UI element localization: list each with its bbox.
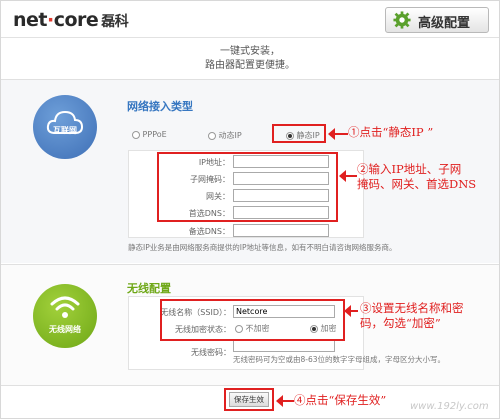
wifi-password-label: 无线密码： (191, 348, 231, 357)
wifi-password-note: 无线密码可为空或由8-63位的数字字母组成，字母区分大小写。 (233, 355, 446, 364)
tagline-line2: 路由器配置更便捷。 (205, 60, 295, 71)
wifi-icon (50, 296, 80, 318)
annotation-2-line1: ②输入IP地址、子网 (357, 162, 462, 176)
watermark: www.192ly.com (410, 401, 489, 412)
gear-icon (393, 11, 411, 29)
divider (1, 385, 499, 386)
secondary-dns-label: 备选DNS： (188, 227, 230, 236)
highlight-save (224, 388, 274, 411)
radio-dynamic-ip-label: 动态IP (218, 131, 242, 140)
wireless-title: 无线配置 (127, 282, 171, 295)
secondary-dns-input[interactable] (233, 224, 329, 237)
radio-pppoe[interactable]: PPPoE (132, 130, 167, 139)
annotation-3-line2: 码，勾选“加密” (360, 316, 441, 330)
advanced-config-label: 高级配置 (418, 16, 471, 31)
static-ip-note: 静态IP业务是由网络服务商提供的IP地址等信息，如有不明白请咨询网络服务商。 (128, 243, 397, 252)
annotation-2-line2: 掩码、网关、首选DNS (357, 177, 477, 191)
wireless-icon-circle: 无线网络 (33, 284, 97, 348)
annotation-3-line1: ③设置无线名称和密 (360, 301, 464, 315)
arrow-4 (276, 395, 294, 407)
annotation-4: ④点击“保存生效” (294, 393, 387, 407)
radio-pppoe-label: PPPoE (142, 130, 167, 139)
internet-icon-label: 互联网 (53, 126, 77, 135)
wan-type-title: 网络接入类型 (127, 100, 193, 113)
advanced-config-button[interactable]: 高级配置 (385, 7, 489, 33)
arrow-3 (344, 305, 358, 317)
arrow-2 (339, 170, 357, 182)
radio-pppoe-dot[interactable] (132, 130, 140, 139)
netcore-logo: net·core 磊科 (13, 9, 129, 31)
highlight-ip-fields (157, 152, 338, 222)
wireless-icon-label: 无线网络 (49, 325, 81, 334)
tagline-line1: 一键式安装， (220, 46, 280, 57)
internet-cloud-icon: 互联网 (33, 95, 97, 159)
radio-dynamic-ip-dot[interactable] (208, 131, 216, 140)
highlight-wireless-fields (160, 299, 345, 341)
annotation-1: ①点击“静态IP ” (348, 125, 434, 139)
radio-dynamic-ip[interactable]: 动态IP (208, 130, 242, 141)
top-bar: net·core 磊科 高级配置 (1, 1, 499, 38)
highlight-static-ip (272, 124, 326, 143)
arrow-1 (328, 128, 348, 140)
